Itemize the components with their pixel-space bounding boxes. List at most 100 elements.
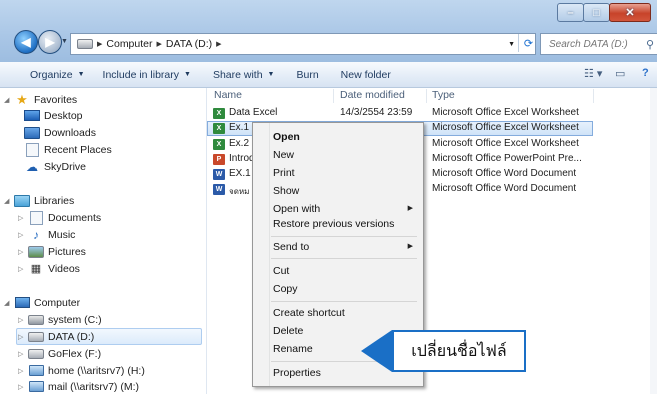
menu-item-restore-previous-versions[interactable]: Restore previous versions <box>273 218 394 230</box>
explorer-window: – □ ✕ ◀ ▶ ▼ ▶ Computer ▶ DATA (D:) ▶ ▼ ⟳… <box>0 0 657 394</box>
help-icon[interactable]: ? <box>642 67 649 79</box>
callout-box: เปลี่ยนชื่อไฟล์ <box>392 330 526 372</box>
downloads-icon <box>24 126 40 139</box>
vertical-scrollbar[interactable] <box>650 88 657 394</box>
expand-icon[interactable]: ▷ <box>18 333 28 341</box>
chevron-right-icon[interactable]: ▶ <box>216 40 221 48</box>
nav-label: Recent Places <box>44 143 112 156</box>
organize-button[interactable]: Organize ▼ <box>24 69 91 81</box>
file-type: Microsoft Office Word Document <box>432 183 577 194</box>
menu-separator <box>271 236 417 237</box>
maximize-button[interactable]: □ <box>583 3 610 22</box>
preview-pane-icon[interactable]: ▭ <box>615 67 625 80</box>
nav-home-network-drive[interactable]: ▷ home (\\aritsrv7) (H:) <box>18 363 145 378</box>
refresh-button[interactable]: ⟳ <box>518 34 538 52</box>
system-drive-icon <box>28 313 44 326</box>
nav-label: GoFlex (F:) <box>48 347 102 360</box>
views-icon[interactable]: ☷ ▾ <box>584 67 602 80</box>
file-row[interactable]: X Data Excel 14/3/2554 23:59 Microsoft O… <box>207 106 593 121</box>
menu-item-properties[interactable]: Properties <box>273 367 321 379</box>
new-folder-button[interactable]: New folder <box>335 69 397 81</box>
minimize-button[interactable]: – <box>557 3 584 22</box>
file-name: จดหม <box>229 187 250 196</box>
libraries-icon <box>14 194 30 207</box>
address-bar[interactable]: ▶ Computer ▶ DATA (D:) ▶ ▼ <box>70 33 536 55</box>
nav-videos[interactable]: ▷ ▦ Videos <box>18 261 80 276</box>
share-with-button[interactable]: Share with ▼ <box>207 69 281 81</box>
expand-icon[interactable]: ▷ <box>18 248 28 256</box>
nav-music[interactable]: ▷ ♪ Music <box>18 227 75 242</box>
nav-libraries[interactable]: ◢ Libraries <box>4 193 74 208</box>
column-divider[interactable] <box>593 89 594 103</box>
nav-recent-places[interactable]: Recent Places <box>24 142 112 157</box>
chevron-right-icon[interactable]: ▶ <box>97 40 102 48</box>
menu-item-print[interactable]: Print <box>273 167 295 179</box>
expand-icon[interactable]: ▷ <box>18 350 28 358</box>
expand-icon[interactable]: ◢ <box>4 197 14 205</box>
menu-item-send-to[interactable]: Send to <box>273 241 309 253</box>
nav-documents[interactable]: ▷ Documents <box>18 210 101 225</box>
powerpoint-file-icon: P <box>213 154 225 165</box>
expand-icon[interactable]: ▷ <box>18 214 28 222</box>
cloud-icon: ☁ <box>26 159 38 174</box>
expand-icon[interactable]: ▷ <box>18 383 28 391</box>
burn-button[interactable]: Burn <box>290 69 324 81</box>
nav-data-drive[interactable]: ▷ DATA (D:) <box>16 328 202 345</box>
column-divider[interactable] <box>426 89 427 103</box>
menu-item-open-with[interactable]: Open with <box>273 203 320 215</box>
column-name[interactable]: Name <box>214 89 242 101</box>
back-button[interactable]: ◀ <box>14 30 38 54</box>
nav-label: home (\\aritsrv7) (H:) <box>48 364 145 377</box>
new-folder-label: New folder <box>340 68 391 81</box>
menu-item-open[interactable]: Open <box>273 131 300 143</box>
expand-icon[interactable]: ◢ <box>4 299 14 307</box>
column-date-modified[interactable]: Date modified <box>340 89 405 101</box>
drive-icon <box>28 347 44 360</box>
nav-mail-network-drive[interactable]: ▷ mail (\\aritsrv7) (M:) <box>18 379 139 394</box>
nav-favorites[interactable]: ◢ ★ Favorites <box>4 92 77 107</box>
chevron-right-icon[interactable]: ▶ <box>157 40 162 48</box>
address-dropdown-icon[interactable]: ▼ <box>508 41 515 48</box>
expand-icon[interactable]: ▷ <box>18 367 28 375</box>
menu-item-rename[interactable]: Rename <box>273 343 313 355</box>
breadcrumb-computer[interactable]: Computer <box>106 38 152 50</box>
nav-desktop[interactable]: Desktop <box>24 108 83 123</box>
forward-button[interactable]: ▶ <box>38 30 62 54</box>
documents-icon <box>28 210 44 225</box>
nav-skydrive[interactable]: ☁ SkyDrive <box>24 159 86 174</box>
nav-label: SkyDrive <box>44 160 87 173</box>
expand-icon[interactable]: ▷ <box>18 231 28 239</box>
expand-icon[interactable]: ▷ <box>18 316 28 324</box>
title-bar: – □ ✕ ◀ ▶ ▼ ▶ Computer ▶ DATA (D:) ▶ ▼ ⟳… <box>0 0 657 62</box>
drive-icon <box>77 39 93 49</box>
breadcrumb-data-drive[interactable]: DATA (D:) <box>166 38 212 50</box>
recent-pages-dropdown[interactable]: ▼ <box>61 38 68 45</box>
menu-item-delete[interactable]: Delete <box>273 325 303 337</box>
menu-item-new[interactable]: New <box>273 149 294 161</box>
expand-icon[interactable]: ▷ <box>18 265 28 273</box>
include-in-library-button[interactable]: Include in library ▼ <box>97 69 197 81</box>
nav-system-drive[interactable]: ▷ system (C:) <box>18 312 102 327</box>
menu-item-copy[interactable]: Copy <box>273 283 298 295</box>
submenu-arrow-icon: ▶ <box>407 205 413 212</box>
menu-item-create-shortcut[interactable]: Create shortcut <box>273 307 345 319</box>
nav-computer[interactable]: ◢ Computer <box>4 295 80 310</box>
column-type[interactable]: Type <box>432 89 455 101</box>
search-icon[interactable]: ⚲ <box>646 38 654 51</box>
nav-downloads[interactable]: Downloads <box>24 125 96 140</box>
expand-icon[interactable]: ◢ <box>4 96 14 104</box>
search-box[interactable]: ⚲ <box>540 33 657 55</box>
column-divider[interactable] <box>333 89 334 103</box>
search-input[interactable] <box>547 37 646 51</box>
callout-text: เปลี่ยนชื่อไฟล์ <box>411 342 507 360</box>
file-name: Introd <box>229 153 255 164</box>
close-button[interactable]: ✕ <box>609 3 651 22</box>
nav-label: Documents <box>48 211 102 224</box>
burn-label: Burn <box>296 68 319 81</box>
menu-item-show[interactable]: Show <box>273 185 299 197</box>
menu-item-cut[interactable]: Cut <box>273 265 289 277</box>
nav-goflex-drive[interactable]: ▷ GoFlex (F:) <box>18 346 101 361</box>
nav-label: Desktop <box>44 109 83 122</box>
navigation-pane: ◢ ★ Favorites Desktop Downloads Recent P… <box>0 88 207 394</box>
nav-pictures[interactable]: ▷ Pictures <box>18 244 86 259</box>
